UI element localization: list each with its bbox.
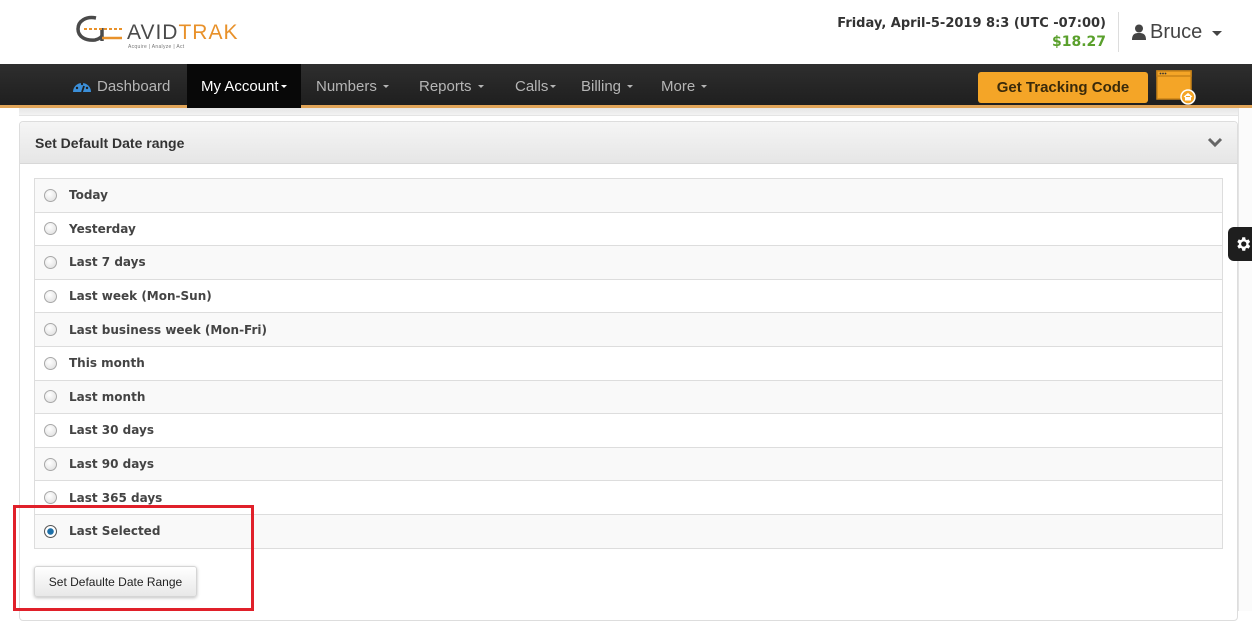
nav-dashboard[interactable]: Dashboard [72, 64, 170, 108]
chevron-down-icon [550, 84, 557, 88]
logo-tagline: Acquire | Analyze | Act [128, 44, 185, 50]
top-header: AVIDTRAK Acquire | Analyze | Act Friday,… [0, 0, 1252, 64]
radio-button[interactable] [44, 390, 57, 404]
option-label: Last 7 days [69, 255, 146, 270]
page-edge [1238, 108, 1252, 611]
settings-side-tab[interactable] [1228, 227, 1252, 261]
nav-my-account[interactable]: My Account [187, 64, 301, 108]
radio-button[interactable] [44, 188, 57, 202]
radio-button[interactable] [44, 423, 57, 437]
date-option-today[interactable]: Today [35, 179, 1222, 213]
chevron-down-icon [627, 84, 634, 88]
chevron-down-icon [701, 84, 708, 88]
user-menu[interactable]: Bruce [1132, 20, 1223, 44]
date-option-last-month[interactable]: Last month [35, 380, 1222, 415]
option-label: Last 30 days [69, 423, 154, 438]
radio-button[interactable] [44, 356, 57, 370]
logo-wordmark: AVIDTRAK [127, 21, 239, 44]
nav-reports-label: Reports [419, 77, 472, 95]
radio-button[interactable] [44, 323, 57, 337]
radio-button[interactable] [44, 289, 57, 303]
dashboard-gauge-icon [73, 82, 91, 93]
browser-home-icon[interactable] [1156, 70, 1198, 106]
chevron-down-icon[interactable] [1207, 136, 1223, 148]
date-option-last-7-days[interactable]: Last 7 days [35, 246, 1222, 280]
nav-calls[interactable]: Calls [515, 64, 557, 108]
set-default-date-range-button[interactable]: Set Defaulte Date Range [34, 566, 197, 597]
radio-button[interactable] [44, 255, 57, 269]
nav-more[interactable]: More [661, 64, 708, 108]
option-label: This month [69, 356, 145, 371]
nav-calls-label: Calls [515, 77, 549, 95]
date-option-yesterday[interactable]: Yesterday [35, 212, 1222, 247]
date-option-last-business-week[interactable]: Last business week (Mon-Fri) [35, 313, 1222, 347]
option-label: Last business week (Mon-Fri) [69, 322, 267, 337]
nav-dashboard-label: Dashboard [97, 77, 171, 95]
current-datetime: Friday, April-5-2019 8:3 (UTC -07:00) [837, 16, 1106, 31]
option-label: Last week (Mon-Sun) [69, 289, 212, 304]
option-label: Yesterday [69, 221, 136, 236]
main-navbar: Dashboard My Account Numbers Reports Cal… [0, 64, 1252, 108]
date-option-last-90-days[interactable]: Last 90 days [35, 447, 1222, 482]
default-date-range-panel: Set Default Date range Today Yesterday L… [19, 121, 1238, 621]
nav-reports[interactable]: Reports [419, 64, 484, 108]
option-label: Last 90 days [69, 457, 154, 472]
radio-button[interactable] [44, 491, 57, 505]
gear-icon [1237, 237, 1251, 251]
chevron-down-icon [280, 84, 287, 88]
radio-button[interactable] [44, 222, 57, 236]
nav-my-account-label: My Account [201, 77, 279, 95]
option-label: Last 365 days [69, 490, 163, 505]
radio-button[interactable] [44, 457, 57, 471]
date-option-this-month[interactable]: This month [35, 346, 1222, 381]
panel-heading[interactable]: Set Default Date range [20, 122, 1237, 164]
date-range-options: Today Yesterday Last 7 days Last week (M… [34, 178, 1223, 549]
chevron-down-icon [477, 84, 484, 88]
nav-more-label: More [661, 77, 696, 95]
get-tracking-code-button[interactable]: Get Tracking Code [978, 72, 1148, 103]
logo-mark-icon [76, 15, 124, 42]
nav-billing-label: Billing [581, 77, 622, 95]
previous-panel-edge [19, 108, 1238, 116]
avidtrak-logo[interactable]: AVIDTRAK Acquire | Analyze | Act [76, 14, 237, 52]
nav-billing[interactable]: Billing [581, 64, 634, 108]
account-balance: $18.27 [1051, 34, 1106, 50]
panel-title: Set Default Date range [35, 135, 185, 151]
date-option-last-30-days[interactable]: Last 30 days [35, 414, 1222, 448]
nav-numbers-label: Numbers [316, 77, 377, 95]
option-label: Last Selected [69, 524, 161, 539]
date-option-last-week[interactable]: Last week (Mon-Sun) [35, 279, 1222, 314]
header-divider [1118, 12, 1119, 52]
chevron-down-icon [1212, 30, 1223, 36]
radio-button-checked[interactable] [44, 524, 57, 538]
user-icon [1132, 24, 1146, 40]
option-label: Today [69, 188, 108, 203]
chevron-down-icon [382, 84, 389, 88]
date-option-last-365-days[interactable]: Last 365 days [35, 481, 1222, 515]
nav-numbers[interactable]: Numbers [316, 64, 389, 108]
date-option-last-selected[interactable]: Last Selected [35, 514, 1222, 549]
option-label: Last month [69, 389, 146, 404]
user-name: Bruce [1150, 20, 1203, 43]
